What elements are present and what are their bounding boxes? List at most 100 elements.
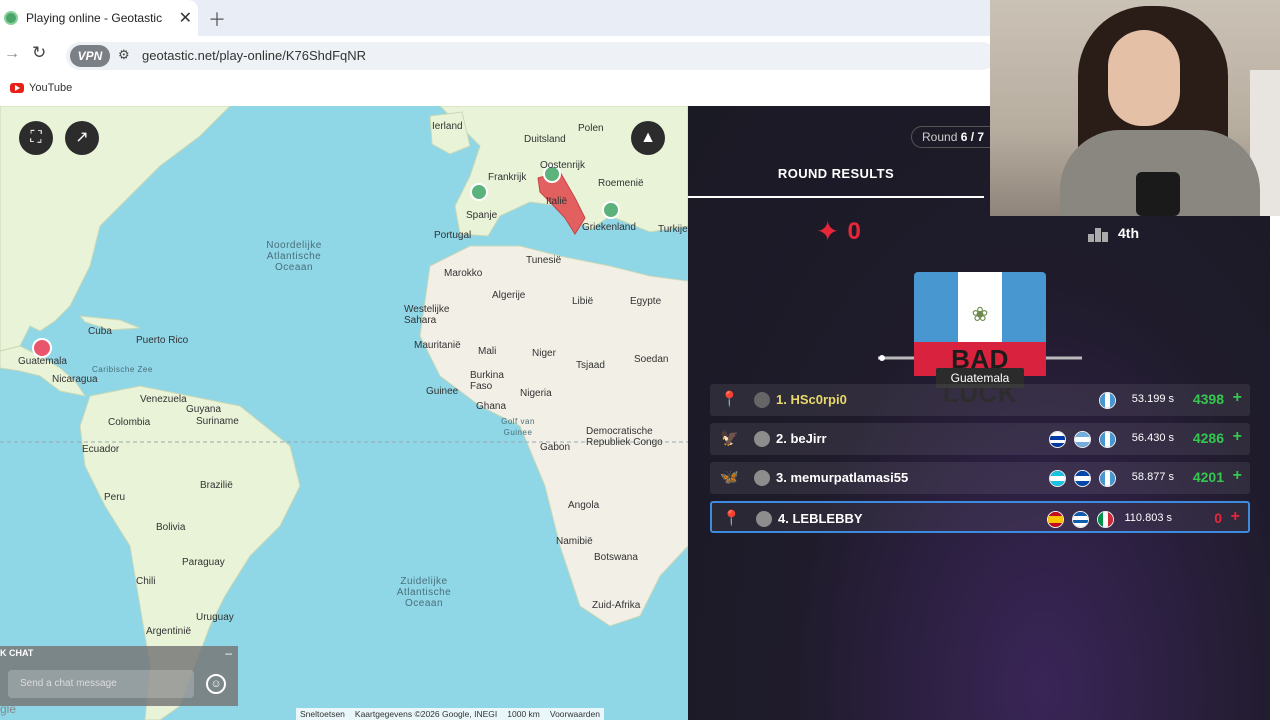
- guess-time: 110.803 s: [1124, 512, 1172, 524]
- map-label: Caribische Zee: [92, 365, 153, 374]
- ocean-label: Zuidelijke Atlantische Oceaan: [396, 576, 452, 609]
- plus-icon: +: [1232, 428, 1242, 445]
- map-label: Venezuela: [140, 394, 187, 405]
- tab-round-results[interactable]: ROUND RESULTS: [688, 166, 984, 181]
- round-value: 6 / 7: [960, 130, 985, 144]
- spain-flag-icon: [1047, 511, 1064, 528]
- round-label: Round: [922, 130, 961, 144]
- scrollbar[interactable]: [1270, 216, 1280, 720]
- map-label: Guatemala: [18, 356, 67, 367]
- el-salvador-flag-icon: [1074, 470, 1091, 487]
- new-tab-icon[interactable]: ＋: [208, 6, 226, 32]
- youtube-icon: [10, 83, 24, 93]
- uruguay-flag-icon: [1049, 431, 1066, 448]
- map-label: Guinee: [426, 386, 459, 397]
- map-label: Puerto Rico: [136, 335, 189, 346]
- bookmark-youtube[interactable]: YouTube: [10, 82, 72, 94]
- guess-flags: [1049, 470, 1116, 487]
- map-label: Westelijke Sahara: [404, 304, 450, 326]
- map-label: Algerije: [492, 290, 526, 301]
- plus-icon: +: [1232, 389, 1242, 406]
- podium-icon: [1088, 224, 1108, 242]
- guess-flags: [1047, 511, 1114, 528]
- chat-header: K CHAT: [0, 648, 34, 658]
- site-settings-icon[interactable]: ⚙: [118, 47, 130, 63]
- open-external-icon[interactable]: ↗: [65, 121, 99, 155]
- url-text[interactable]: geotastic.net/play-online/K76ShdFqNR: [142, 48, 366, 63]
- terrain-toggle-icon[interactable]: ▲: [631, 121, 665, 155]
- map-label: Ghana: [476, 401, 507, 412]
- chat-input[interactable]: Send a chat message: [8, 670, 194, 698]
- result-row[interactable]: 📍 1. HSc0rpi0 53.199 s 4398 +: [710, 384, 1250, 416]
- map-land: [0, 106, 688, 720]
- emoji-icon[interactable]: ☺: [206, 674, 226, 694]
- fullscreen-icon[interactable]: ⛶: [19, 121, 53, 155]
- map-label: Cuba: [88, 326, 112, 337]
- map-label: Niger: [532, 348, 556, 359]
- map-label: Bolivia: [156, 522, 186, 533]
- star-icon: ✦: [816, 216, 840, 247]
- player-pin-icon: 📍: [722, 510, 741, 527]
- omnibox[interactable]: VPN ⚙ geotastic.net/play-online/K76ShdFq…: [66, 42, 996, 70]
- map-label: Marokko: [444, 268, 483, 279]
- forward-icon[interactable]: →: [4, 45, 20, 63]
- map-label: Nicaragua: [52, 374, 98, 385]
- terms-link[interactable]: Voorwaarden: [550, 709, 600, 719]
- map-label: Ecuador: [82, 444, 120, 455]
- map-label: Mali: [478, 346, 497, 357]
- player-pin-icon: 📍: [720, 391, 739, 408]
- map-label: Tunesië: [526, 255, 562, 266]
- results-list: 📍 1. HSc0rpi0 53.199 s 4398 + 🦅 2. beJir…: [710, 384, 1250, 540]
- argentina-flag-icon: [1074, 431, 1091, 448]
- round-indicator: Round 6 / 7: [911, 126, 1001, 148]
- minimize-chat-icon[interactable]: –: [225, 646, 232, 660]
- map-label: Guyana: [186, 404, 222, 415]
- avatar: [756, 511, 772, 527]
- tab-underline: [688, 196, 984, 198]
- points: 4398: [1192, 391, 1224, 407]
- my-score-value: 0: [847, 218, 861, 245]
- player-name: 3. memurpatlamasi55: [776, 470, 909, 485]
- map-label: Gabon: [540, 442, 571, 453]
- map-label: Suriname: [196, 416, 239, 427]
- vpn-badge[interactable]: VPN: [70, 45, 110, 67]
- bookmarks-bar: YouTube: [0, 76, 990, 106]
- map-label: Soedan: [634, 354, 669, 365]
- ocean-label: Noordelijke Atlantische Oceaan: [266, 240, 322, 273]
- map-label: Zuid-Afrika: [592, 600, 641, 611]
- reload-icon[interactable]: ↻: [32, 43, 46, 63]
- map-label: Argentinië: [146, 626, 192, 637]
- webcam-overlay: [990, 0, 1280, 216]
- tab-bar: Playing online - Geotastic ✕ ＋: [0, 0, 990, 36]
- map-label: Ierland: [432, 121, 463, 132]
- plus-icon: +: [1230, 508, 1240, 525]
- map-data-text: Kaartgegevens ©2026 Google, INEGI: [354, 709, 498, 719]
- map-label: Chili: [136, 576, 156, 587]
- guatemala-flag-icon: [1099, 392, 1116, 409]
- map-label: Tsjaad: [576, 360, 605, 371]
- italy-flag-icon: [1097, 511, 1114, 528]
- player-pin-icon: 🦅: [720, 430, 739, 447]
- greece-flag-icon: [1072, 511, 1089, 528]
- map-label: Colombia: [108, 417, 151, 428]
- my-rank: 4th: [1088, 224, 1139, 242]
- map-label: Mauritanië: [414, 340, 461, 351]
- guess-time: 58.877 s: [1131, 471, 1174, 483]
- browser-tab[interactable]: Playing online - Geotastic ✕: [0, 0, 198, 36]
- bookmark-youtube-label: YouTube: [29, 82, 73, 94]
- points: 0: [1214, 510, 1222, 526]
- map-label: Paraguay: [182, 557, 225, 568]
- my-score: ✦ 0: [816, 218, 861, 246]
- close-tab-icon[interactable]: ✕: [179, 8, 192, 28]
- map-label: Peru: [104, 492, 126, 503]
- avatar: [754, 392, 770, 408]
- world-map[interactable]: Ierland Duitsland Polen Oostenrijk Frank…: [0, 106, 688, 720]
- guess-flags: [1049, 431, 1116, 448]
- result-row[interactable]: 🦅 2. beJirr 56.430 s 4286 +: [710, 423, 1250, 455]
- keyboard-shortcuts-link[interactable]: Sneltoetsen: [300, 709, 345, 719]
- map-label: Spanje: [466, 210, 498, 221]
- google-logo: gle: [0, 702, 17, 716]
- result-row[interactable]: 🦋 3. memurpatlamasi55 58.877 s 4201 +: [710, 462, 1250, 494]
- result-row-current-player[interactable]: 📍 4. LEBLEBBY 110.803 s 0 +: [710, 501, 1250, 533]
- map-label: Nigeria: [520, 388, 552, 399]
